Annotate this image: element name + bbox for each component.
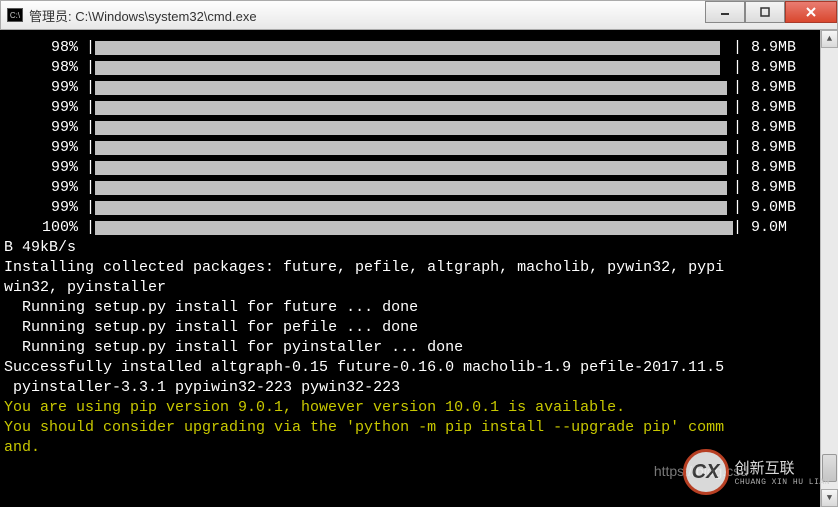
progress-size: 8.9MB xyxy=(742,78,796,98)
progress-bar-fill xyxy=(95,81,727,95)
output-line: pyinstaller-3.3.1 pypiwin32-223 pywin32-… xyxy=(4,378,834,398)
progress-percent: 98% xyxy=(4,58,86,78)
output-line: Running setup.py install for pefile ... … xyxy=(4,318,834,338)
output-line: Successfully installed altgraph-0.15 fut… xyxy=(4,358,834,378)
minimize-button[interactable] xyxy=(705,1,745,23)
progress-size: 8.9MB xyxy=(742,58,796,78)
progress-size: 8.9MB xyxy=(742,98,796,118)
progress-size: 8.9MB xyxy=(742,38,796,58)
close-button[interactable] xyxy=(785,1,837,23)
progress-size: 9.0MB xyxy=(742,198,796,218)
progress-line: 99%|| 8.9MB xyxy=(4,138,834,158)
progress-percent: 98% xyxy=(4,38,86,58)
progress-percent: 100% xyxy=(4,218,86,238)
output-line: Installing collected packages: future, p… xyxy=(4,258,834,278)
progress-bar-fill xyxy=(95,161,727,175)
watermark-logo: 创新互联 CHUANG XIN HU LIAN xyxy=(683,449,830,495)
progress-percent: 99% xyxy=(4,118,86,138)
progress-bar-fill xyxy=(95,201,727,215)
progress-percent: 99% xyxy=(4,178,86,198)
scroll-up-button[interactable]: ▲ xyxy=(821,30,838,48)
progress-percent: 99% xyxy=(4,158,86,178)
progress-size: 9.0M xyxy=(742,218,787,238)
output-line: Running setup.py install for future ... … xyxy=(4,298,834,318)
progress-size: 8.9MB xyxy=(742,178,796,198)
progress-percent: 99% xyxy=(4,198,86,218)
progress-percent: 99% xyxy=(4,138,86,158)
progress-bar-fill xyxy=(95,181,727,195)
terminal-output[interactable]: 98%|| 8.9MB98%|| 8.9MB99%|| 8.9MB99%|| 8… xyxy=(0,30,838,507)
progress-line: 99%|| 8.9MB xyxy=(4,78,834,98)
maximize-button[interactable] xyxy=(745,1,785,23)
warning-line: You are using pip version 9.0.1, however… xyxy=(4,398,834,418)
output-line: Running setup.py install for pyinstaller… xyxy=(4,338,834,358)
progress-size: 8.9MB xyxy=(742,158,796,178)
window-controls xyxy=(705,1,837,29)
progress-bar-fill xyxy=(95,41,720,55)
watermark-sub: CHUANG XIN HU LIAN xyxy=(735,478,830,487)
progress-line: 99%|| 9.0MB xyxy=(4,198,834,218)
progress-bar-fill xyxy=(95,141,727,155)
progress-size: 8.9MB xyxy=(742,118,796,138)
progress-bar-fill xyxy=(95,101,727,115)
close-icon xyxy=(805,6,817,18)
cmd-icon: C:\ xyxy=(7,8,23,22)
watermark-badge-icon xyxy=(683,449,729,495)
watermark-brand: 创新互联 xyxy=(735,457,830,478)
progress-line: 98%|| 8.9MB xyxy=(4,38,834,58)
maximize-icon xyxy=(759,6,771,18)
vertical-scrollbar[interactable]: ▲ ▼ xyxy=(820,30,838,507)
progress-line: 99%|| 8.9MB xyxy=(4,178,834,198)
progress-line: 99%|| 8.9MB xyxy=(4,98,834,118)
progress-line: 99%|| 8.9MB xyxy=(4,118,834,138)
progress-bar-fill xyxy=(95,121,727,135)
scroll-track[interactable] xyxy=(821,48,838,489)
progress-line: 100%|| 9.0M xyxy=(4,218,834,238)
progress-percent: 99% xyxy=(4,78,86,98)
progress-bar-fill xyxy=(95,221,733,235)
progress-size: 8.9MB xyxy=(742,138,796,158)
output-line: B 49kB/s xyxy=(4,238,834,258)
progress-line: 99%|| 8.9MB xyxy=(4,158,834,178)
window-titlebar: C:\ 管理员: C:\Windows\system32\cmd.exe xyxy=(0,0,838,30)
progress-line: 98%|| 8.9MB xyxy=(4,58,834,78)
progress-percent: 99% xyxy=(4,98,86,118)
warning-line: You should consider upgrading via the 'p… xyxy=(4,418,834,438)
minimize-icon xyxy=(719,6,731,18)
progress-bar-fill xyxy=(95,61,720,75)
output-line: win32, pyinstaller xyxy=(4,278,834,298)
